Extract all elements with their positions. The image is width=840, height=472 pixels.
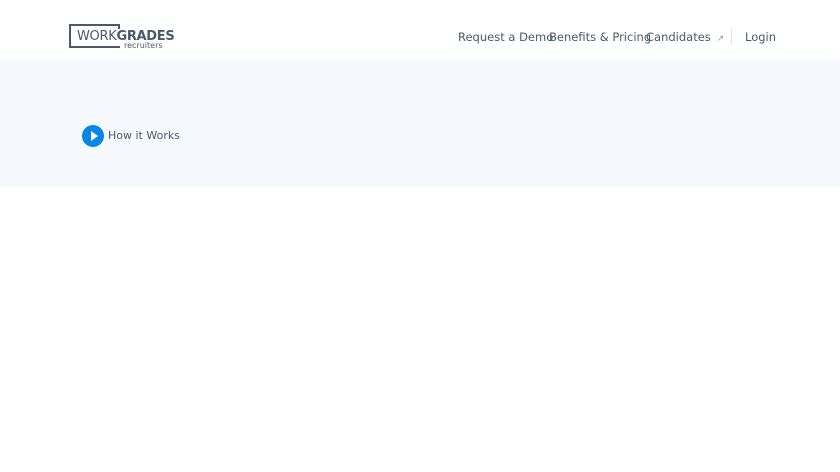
workgrades-logo[interactable]: WORKGRADES recruiters: [69, 24, 177, 52]
header: WORKGRADES recruiters Request a Demo Ben…: [0, 0, 840, 60]
logo-word-light: WORK: [77, 29, 117, 44]
nav-request-demo[interactable]: Request a Demo: [458, 30, 553, 44]
hero-section: [0, 60, 840, 187]
play-icon[interactable]: [82, 125, 104, 147]
external-link-icon: ↗: [716, 34, 725, 44]
nav-candidates[interactable]: Candidates ↗: [646, 30, 724, 44]
nav-benefits-pricing[interactable]: Benefits & Pricing: [549, 30, 651, 44]
nav-divider: [731, 29, 732, 44]
nav-candidates-label: Candidates: [646, 30, 711, 44]
nav-login[interactable]: Login: [745, 30, 776, 44]
how-it-works-link[interactable]: How it Works: [108, 129, 180, 142]
logo-subtitle: recruiters: [124, 41, 163, 50]
